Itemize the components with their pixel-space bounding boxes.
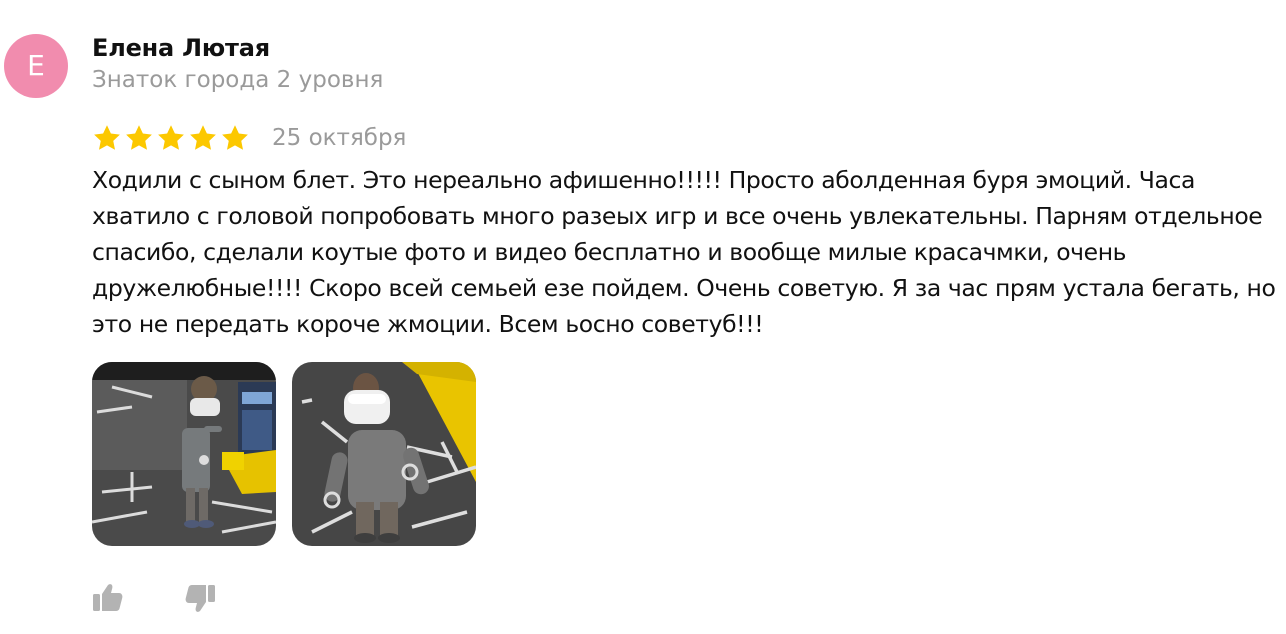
- star-icon: [190, 125, 216, 150]
- author-name[interactable]: Елена Лютая: [92, 34, 270, 62]
- star-rating: [92, 123, 250, 153]
- star-icon: [158, 125, 184, 150]
- author-level: Знаток города 2 уровня: [92, 67, 384, 93]
- avatar-letter: Е: [27, 49, 45, 82]
- avatar[interactable]: Е: [4, 34, 68, 98]
- star-icon: [222, 125, 248, 150]
- review-photo-1[interactable]: [92, 362, 276, 546]
- review-date: 25 октября: [272, 125, 407, 151]
- review-text: Ходили с сыном блет. Это нереально афише…: [92, 166, 1276, 338]
- vr-photo-image: [292, 362, 476, 546]
- thumbs-up-icon[interactable]: [90, 580, 126, 616]
- vr-photo-image: [92, 362, 276, 546]
- rating-row: 25 октября: [92, 121, 406, 155]
- thumbs-down-icon[interactable]: [182, 580, 218, 616]
- star-icon: [126, 125, 152, 150]
- review-photo-2[interactable]: [292, 362, 476, 546]
- star-icon: [94, 125, 120, 150]
